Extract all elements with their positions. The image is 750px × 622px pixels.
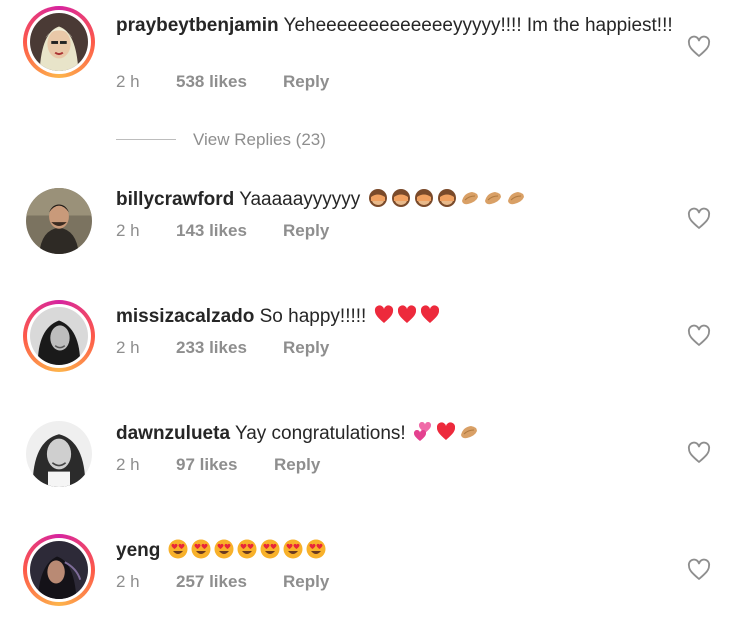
heart-outline-icon[interactable] xyxy=(687,207,711,231)
avatar xyxy=(30,541,88,599)
comment-text: praybeytbenjamin Yeheeeeeeeeeeeeeyyyyy!!… xyxy=(116,14,676,38)
avatar-story-ring[interactable] xyxy=(23,534,95,606)
heart-outline-icon[interactable] xyxy=(687,35,711,59)
reply-button[interactable]: Reply xyxy=(283,571,329,593)
comment-text: billycrawford Yaaaaayyyyyy xyxy=(116,187,676,212)
emoji-row xyxy=(411,421,480,444)
comment-time: 2 h xyxy=(116,455,140,474)
comment-username[interactable]: yeng xyxy=(116,540,160,561)
red-heart-icon xyxy=(436,422,456,440)
avatar xyxy=(26,188,92,254)
comment-likes[interactable]: 97 likes xyxy=(176,454,237,476)
clapping-hands-icon xyxy=(461,192,478,205)
see-no-evil-monkey-icon xyxy=(414,189,433,207)
avatar-story-ring[interactable] xyxy=(23,300,95,372)
comment-body: Yay congratulations! xyxy=(234,423,406,444)
heart-eyes-face-icon xyxy=(168,539,188,559)
see-no-evil-monkey-icon xyxy=(368,189,387,207)
reply-button[interactable]: Reply xyxy=(283,220,329,242)
red-heart-icon xyxy=(420,305,439,323)
heart-eyes-face-icon xyxy=(191,539,211,559)
heart-eyes-face-icon xyxy=(283,539,303,559)
heart-eyes-face-icon xyxy=(260,539,280,559)
view-replies-divider xyxy=(116,139,176,140)
clapping-hands-icon xyxy=(507,192,524,205)
comment-likes[interactable]: 257 likes xyxy=(176,571,247,593)
avatar-wrap[interactable] xyxy=(23,185,95,257)
reply-button[interactable]: Reply xyxy=(274,454,320,476)
heart-eyes-face-icon xyxy=(214,539,234,559)
reply-button[interactable]: Reply xyxy=(283,71,329,93)
heart-eyes-face-icon xyxy=(306,539,326,559)
comment-time: 2 h xyxy=(116,572,140,591)
view-replies-button[interactable]: View Replies (23) xyxy=(116,128,416,152)
comment-text: dawnzulueta Yay congratulations! xyxy=(116,421,676,446)
red-heart-icon xyxy=(397,305,416,323)
heart-eyes-face-icon xyxy=(237,539,257,559)
comment-username[interactable]: billycrawford xyxy=(116,189,234,210)
avatar xyxy=(26,421,92,487)
comment-time: 2 h xyxy=(116,72,140,91)
comment-body: Yaaaaayyyyyy xyxy=(239,189,361,210)
clapping-hands-icon xyxy=(484,192,501,205)
avatar xyxy=(30,13,88,71)
comment-text: missizacalzado So happy!!!!! xyxy=(116,304,676,329)
avatar-story-ring[interactable] xyxy=(23,6,95,78)
emoji-row xyxy=(166,539,327,561)
comment-likes[interactable]: 538 likes xyxy=(176,71,247,93)
heart-outline-icon[interactable] xyxy=(687,441,711,465)
comment-username[interactable]: dawnzulueta xyxy=(116,423,230,444)
see-no-evil-monkey-icon xyxy=(437,189,456,207)
comment-likes[interactable]: 143 likes xyxy=(176,220,247,242)
comment-username[interactable]: praybeytbenjamin xyxy=(116,15,279,36)
avatar-wrap[interactable] xyxy=(23,418,95,490)
two-hearts-icon xyxy=(413,421,432,441)
heart-outline-icon[interactable] xyxy=(687,324,711,348)
view-replies-label: View Replies (23) xyxy=(193,130,326,149)
avatar xyxy=(30,307,88,365)
reply-button[interactable]: Reply xyxy=(283,337,329,359)
comment-text: yeng xyxy=(116,538,676,563)
red-heart-icon xyxy=(374,305,393,323)
comment-time: 2 h xyxy=(116,338,140,357)
emoji-row xyxy=(372,305,441,327)
comment-body: So happy!!!!! xyxy=(259,306,367,327)
heart-outline-icon[interactable] xyxy=(687,558,711,582)
see-no-evil-monkey-icon xyxy=(391,189,410,207)
clapping-hands-icon xyxy=(460,426,477,439)
comment-body: Yeheeeeeeeeeeeeeyyyyy!!!! Im the happies… xyxy=(283,15,673,36)
emoji-row xyxy=(366,189,527,210)
comment-likes[interactable]: 233 likes xyxy=(176,337,247,359)
comment-time: 2 h xyxy=(116,221,140,240)
comment-username[interactable]: missizacalzado xyxy=(116,306,254,327)
